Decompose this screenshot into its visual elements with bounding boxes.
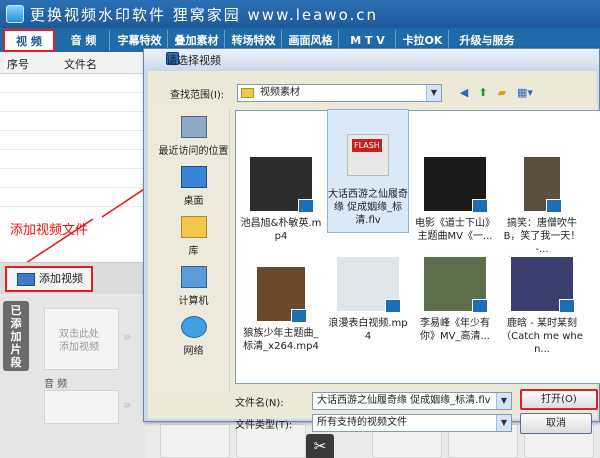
file-item[interactable]: 李易峰《年少有你》MV_高清... bbox=[414, 257, 496, 343]
filename-label: 文件名(N): bbox=[235, 398, 284, 409]
chevron-right-icon: » bbox=[123, 398, 132, 413]
chevron-down-icon[interactable]: ▼ bbox=[496, 415, 511, 431]
film-icon bbox=[472, 299, 488, 313]
place-library[interactable]: 库 bbox=[157, 216, 230, 257]
flash-file-icon: FLASH bbox=[347, 134, 389, 176]
network-icon bbox=[180, 316, 207, 338]
chevron-right-icon: » bbox=[123, 330, 132, 345]
open-video-dialog: 请选择视频 查找范围(I): 视频素材 ▼ ◀ ⬆ ▰ ▦▾ 最近访问的位置 桌… bbox=[143, 48, 600, 434]
video-thumbnail bbox=[250, 157, 314, 213]
chevron-down-icon[interactable]: ▼ bbox=[426, 85, 441, 101]
new-folder-icon[interactable]: ▰ bbox=[495, 86, 509, 100]
video-thumbnail bbox=[424, 257, 488, 313]
clip-placeholder: 双击此处 添加视频 bbox=[59, 329, 99, 353]
video-thumbnail bbox=[257, 267, 307, 323]
look-in-label: 查找范围(I): bbox=[170, 90, 225, 101]
audio-slot[interactable] bbox=[44, 390, 119, 424]
added-clips-tab[interactable]: 已添加片段 bbox=[3, 301, 29, 371]
places-bar: 最近访问的位置 桌面 库 计算机 网络 bbox=[157, 110, 230, 392]
clip-slot[interactable] bbox=[160, 424, 230, 458]
film-icon bbox=[472, 199, 488, 213]
film-icon bbox=[385, 299, 401, 313]
desktop-icon bbox=[180, 166, 207, 188]
file-item[interactable]: 鹿晗 - 某时某刻（Catch me when... bbox=[501, 257, 583, 356]
filetype-label: 文件类型(T): bbox=[235, 420, 293, 431]
up-folder-icon[interactable]: ⬆ bbox=[476, 86, 490, 100]
cancel-button[interactable]: 取消 bbox=[520, 413, 592, 434]
audio-track-label: 音 频 bbox=[44, 379, 68, 390]
film-icon bbox=[559, 299, 575, 313]
dialog-title: 请选择视频 bbox=[166, 54, 221, 67]
video-thumbnail bbox=[424, 157, 488, 213]
filename-value: 大话西游之仙履奇缘 促成姻缘_标清.flv bbox=[317, 395, 491, 406]
chevron-down-icon[interactable]: ▼ bbox=[496, 393, 511, 409]
video-thumbnail bbox=[511, 257, 575, 313]
added-clips-label: 已添加片段 bbox=[10, 304, 22, 369]
filetype-value: 所有支持的视频文件 bbox=[317, 417, 407, 428]
place-desktop[interactable]: 桌面 bbox=[157, 166, 230, 207]
file-item[interactable]: 搞笑：唐僧吹牛B，笑了我一天！-... bbox=[501, 157, 583, 256]
file-item-selected[interactable]: FLASH 大话西游之仙履奇缘 促成姻缘_标清.flv bbox=[327, 109, 409, 233]
film-icon bbox=[17, 273, 35, 286]
film-icon bbox=[298, 199, 314, 213]
scissors-icon[interactable]: ✂ bbox=[306, 434, 334, 458]
look-in-combo[interactable]: 视频素材 ▼ bbox=[237, 84, 442, 102]
back-icon[interactable]: ◀ bbox=[457, 86, 471, 100]
open-button[interactable]: 打开(O) bbox=[520, 389, 598, 410]
look-in-value: 视频素材 bbox=[260, 87, 300, 98]
flash-badge: FLASH bbox=[352, 139, 382, 152]
place-recent[interactable]: 最近访问的位置 bbox=[157, 116, 230, 157]
film-icon bbox=[546, 199, 562, 213]
place-computer[interactable]: 计算机 bbox=[157, 266, 230, 307]
folder-icon bbox=[241, 88, 254, 98]
dialog-title-bar: 请选择视频 bbox=[144, 49, 599, 69]
film-icon bbox=[291, 309, 307, 323]
filename-field[interactable]: 大话西游之仙履奇缘 促成姻缘_标清.flv ▼ bbox=[312, 392, 512, 410]
recent-places-icon bbox=[180, 116, 207, 138]
file-item[interactable]: 池昌旭&朴敏英.mp4 bbox=[240, 157, 322, 243]
file-view[interactable]: 池昌旭&朴敏英.mp4 FLASH 大话西游之仙履奇缘 促成姻缘_标清.flv … bbox=[235, 109, 600, 384]
video-thumbnail bbox=[524, 157, 562, 213]
add-video-button[interactable]: 添加视频 bbox=[5, 266, 93, 292]
file-item[interactable]: 浪漫表白视频.mp4 bbox=[327, 257, 409, 343]
view-menu-icon[interactable]: ▦▾ bbox=[514, 86, 536, 100]
filetype-select[interactable]: 所有支持的视频文件 ▼ bbox=[312, 414, 512, 432]
computer-icon bbox=[180, 266, 207, 288]
file-item[interactable]: 狼族少年主题曲_标清_x264.mp4 bbox=[240, 267, 322, 353]
file-item[interactable]: 电影《道士下山》主题曲MV《一... bbox=[414, 157, 496, 243]
library-icon bbox=[180, 216, 207, 238]
place-network[interactable]: 网络 bbox=[157, 316, 230, 357]
add-video-label: 添加视频 bbox=[39, 272, 83, 285]
video-thumbnail bbox=[337, 257, 401, 313]
